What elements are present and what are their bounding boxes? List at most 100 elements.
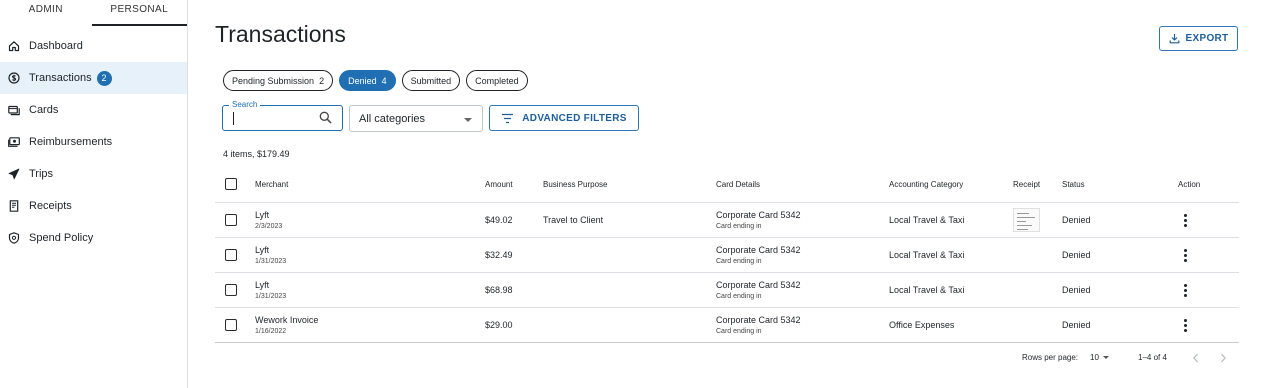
header-status[interactable]: Status bbox=[1062, 180, 1085, 189]
accounting-category: Local Travel & Taxi bbox=[889, 215, 965, 225]
row-checkbox[interactable] bbox=[225, 284, 237, 296]
rows-per-page-label: Rows per page: bbox=[1022, 353, 1079, 362]
sidebar-item-trips[interactable]: Trips bbox=[0, 158, 187, 190]
chip-label: Completed bbox=[475, 75, 519, 86]
table-row[interactable]: Lyft 1/31/2023 $32.49 Corporate Card 534… bbox=[215, 238, 1239, 273]
more-actions-icon[interactable] bbox=[1178, 248, 1192, 262]
table-row[interactable]: Lyft 1/31/2023 $68.98 Corporate Card 534… bbox=[215, 273, 1239, 308]
prev-page-button[interactable] bbox=[1189, 351, 1203, 365]
category-select[interactable]: All categories bbox=[349, 105, 483, 132]
sidebar-item-label: Reimbursements bbox=[29, 136, 113, 148]
sidebar-item-label: Trips bbox=[29, 168, 54, 180]
tab-admin[interactable]: ADMIN bbox=[0, 0, 92, 26]
card-sub: Card ending in bbox=[716, 328, 762, 335]
merchant-cell: Lyft 1/31/2023 bbox=[255, 280, 286, 300]
transaction-date: 1/16/2022 bbox=[255, 328, 287, 335]
card-name: Corporate Card 5342 bbox=[716, 245, 801, 255]
advanced-filters-button[interactable]: ADVANCED FILTERS bbox=[489, 105, 639, 131]
pagination-range: 1–4 of 4 bbox=[1138, 353, 1167, 362]
header-receipt: Receipt bbox=[1013, 180, 1041, 189]
chevron-right-icon bbox=[1219, 353, 1227, 363]
merchant-cell: Wework Invoice 1/16/2022 bbox=[255, 315, 318, 335]
row-checkbox[interactable] bbox=[225, 319, 237, 331]
items-summary: 4 items, $179.49 bbox=[223, 149, 290, 159]
card-details: Corporate Card 5342 Card ending in bbox=[716, 210, 801, 230]
shield-icon bbox=[8, 232, 20, 244]
card-sub: Card ending in bbox=[716, 258, 762, 265]
header-action: Action bbox=[1178, 180, 1201, 189]
sidebar-item-receipts[interactable]: Receipts bbox=[0, 190, 187, 222]
sidebar-item-label: Cards bbox=[29, 104, 59, 116]
sidebar-item-label: Receipts bbox=[29, 200, 72, 212]
transaction-date: 2/3/2023 bbox=[255, 223, 283, 230]
sidebar: ADMIN PERSONAL Dashboard Transactions 2 … bbox=[0, 0, 188, 388]
status: Denied bbox=[1062, 215, 1091, 225]
card-details: Corporate Card 5342 Card ending in bbox=[716, 245, 801, 265]
chip-count: 2 bbox=[319, 75, 325, 86]
more-actions-icon[interactable] bbox=[1178, 213, 1192, 227]
page-title: Transactions bbox=[215, 21, 346, 47]
chip-pending-submission[interactable]: Pending Submission 2 bbox=[223, 70, 334, 91]
caret-down-icon bbox=[1102, 356, 1109, 359]
sidebar-item-cards[interactable]: Cards bbox=[0, 94, 187, 126]
status-chips: Pending Submission 2 Denied 4 Submitted … bbox=[223, 70, 528, 91]
chip-submitted[interactable]: Submitted bbox=[401, 70, 461, 91]
card-name: Corporate Card 5342 bbox=[716, 315, 801, 325]
more-actions-icon[interactable] bbox=[1178, 283, 1192, 297]
header-amount[interactable]: Amount bbox=[485, 180, 513, 189]
search-input[interactable]: Search bbox=[222, 100, 343, 131]
header-accounting-category[interactable]: Accounting Category bbox=[889, 180, 963, 189]
row-checkbox[interactable] bbox=[225, 214, 237, 226]
caret-down-icon bbox=[464, 118, 472, 122]
chip-completed[interactable]: Completed bbox=[466, 70, 528, 91]
text-caret bbox=[233, 112, 234, 125]
cash-icon bbox=[8, 136, 20, 148]
merchant-name: Lyft bbox=[255, 210, 270, 220]
card-details: Corporate Card 5342 Card ending in bbox=[716, 315, 801, 335]
tab-personal[interactable]: PERSONAL bbox=[91, 0, 187, 26]
download-icon bbox=[1169, 33, 1180, 44]
accounting-category: Office Expenses bbox=[889, 320, 955, 330]
sidebar-item-transactions[interactable]: Transactions 2 bbox=[0, 62, 187, 94]
chip-label: Denied bbox=[348, 75, 377, 86]
transaction-date: 1/31/2023 bbox=[255, 258, 287, 265]
next-page-button[interactable] bbox=[1216, 351, 1230, 365]
search-icon[interactable] bbox=[319, 111, 332, 124]
sidebar-item-spend-policy[interactable]: Spend Policy bbox=[0, 222, 187, 254]
accounting-category: Local Travel & Taxi bbox=[889, 250, 965, 260]
cards-icon bbox=[8, 104, 20, 116]
category-select-value: All categories bbox=[359, 112, 426, 125]
sidebar-nav: Dashboard Transactions 2 Cards Reimburse… bbox=[0, 30, 187, 254]
chip-denied[interactable]: Denied 4 bbox=[339, 70, 396, 91]
more-actions-icon[interactable] bbox=[1178, 318, 1192, 332]
status: Denied bbox=[1062, 285, 1091, 295]
table-header: Merchant Amount Business Purpose Card De… bbox=[215, 172, 1239, 203]
rows-per-page-select[interactable]: 10 bbox=[1090, 353, 1109, 362]
receipt-icon bbox=[8, 200, 20, 212]
receipt-thumbnail[interactable] bbox=[1013, 208, 1040, 232]
select-all-checkbox[interactable] bbox=[225, 178, 237, 190]
merchant-name: Lyft bbox=[255, 280, 270, 290]
export-button[interactable]: EXPORT bbox=[1159, 26, 1238, 51]
filter-icon bbox=[501, 113, 514, 124]
sidebar-item-reimbursements[interactable]: Reimbursements bbox=[0, 126, 187, 158]
card-sub: Card ending in bbox=[716, 223, 762, 230]
table-row[interactable]: Wework Invoice 1/16/2022 $29.00 Corporat… bbox=[215, 308, 1239, 343]
sidebar-item-label: Transactions bbox=[29, 72, 92, 84]
table-row[interactable]: Lyft 2/3/2023 $49.02 Travel to Client Co… bbox=[215, 203, 1239, 238]
header-card-details[interactable]: Card Details bbox=[716, 180, 760, 189]
merchant-name: Wework Invoice bbox=[255, 315, 319, 325]
row-checkbox[interactable] bbox=[225, 249, 237, 261]
amount: $32.49 bbox=[485, 250, 513, 260]
export-label: EXPORT bbox=[1185, 33, 1229, 44]
transactions-count-badge: 2 bbox=[96, 70, 112, 86]
header-business-purpose[interactable]: Business Purpose bbox=[543, 180, 607, 189]
advanced-filters-label: ADVANCED FILTERS bbox=[522, 112, 627, 124]
accounting-category: Local Travel & Taxi bbox=[889, 285, 965, 295]
header-merchant[interactable]: Merchant bbox=[255, 180, 288, 189]
sidebar-item-dashboard[interactable]: Dashboard bbox=[0, 30, 187, 62]
airplane-icon bbox=[8, 168, 20, 180]
chip-count: 4 bbox=[381, 75, 387, 86]
card-sub: Card ending in bbox=[716, 293, 762, 300]
card-details: Corporate Card 5342 Card ending in bbox=[716, 280, 801, 300]
